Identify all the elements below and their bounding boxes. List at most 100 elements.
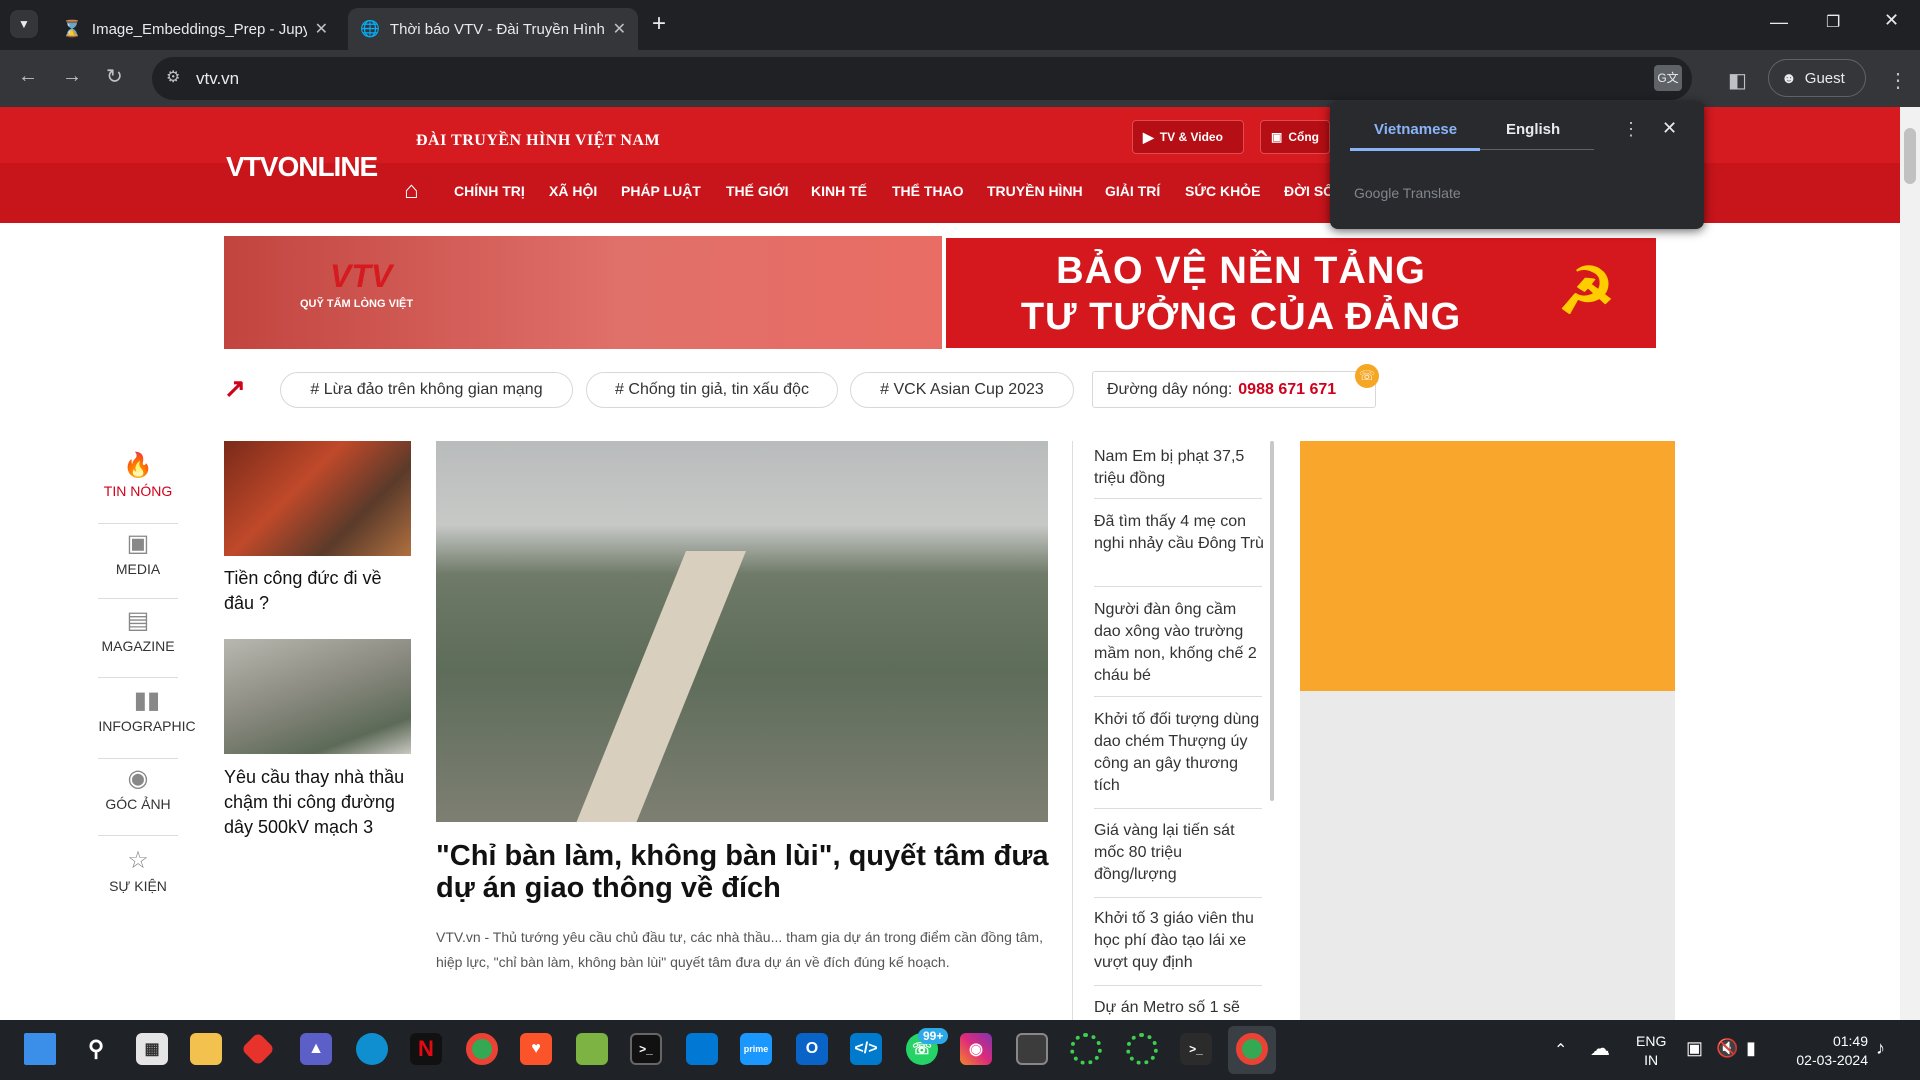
divider [1094, 696, 1262, 697]
nav-the-thao[interactable]: THỂ THAO [892, 183, 964, 199]
new-tab-button[interactable]: + [652, 10, 666, 38]
nav-chinh-tri[interactable]: CHÍNH TRỊ [454, 183, 525, 199]
article-title[interactable]: Yêu cầu thay nhà thầu chậm thi công đườn… [224, 765, 414, 840]
rail-infographic[interactable]: ▮▮ INFOGRAPHIC [98, 684, 196, 734]
rail-su-kien[interactable]: ☆ SỰ KIỆN [98, 844, 178, 894]
menu-kebab-icon[interactable]: ⋮ [1888, 68, 1908, 93]
ad-banner[interactable] [1300, 441, 1675, 691]
search-icon[interactable]: ⚲ [80, 1033, 112, 1065]
translate-icon[interactable]: G文 [1654, 65, 1682, 91]
nav-truyen-hinh[interactable]: TRUYỀN HÌNH [987, 183, 1083, 199]
list-item[interactable]: Người đàn ông cầm dao xông vào trường mầ… [1094, 599, 1264, 687]
home-icon[interactable]: ⌂ [404, 177, 419, 205]
banner-subtitle: QUỸ TẤM LÒNG VIỆT [300, 298, 414, 310]
tab-vtv[interactable]: 🌐 Thời báo VTV - Đài Truyền Hình ✕ [348, 8, 638, 50]
volume-muted-icon[interactable]: 🔇 [1716, 1038, 1738, 1059]
nav-xa-hoi[interactable]: XÃ HỘI [549, 183, 597, 199]
list-item[interactable]: Khởi tố đối tượng dùng dao chém Thượng ú… [1094, 709, 1264, 797]
list-item[interactable]: Khởi tố 3 giáo viên thu học phí đào tạo … [1094, 908, 1264, 974]
edge-icon[interactable] [356, 1033, 388, 1065]
tab-search-button[interactable]: ▼ [10, 10, 38, 38]
page-scrollbar[interactable] [1900, 107, 1920, 1020]
rail-label: INFOGRAPHIC [98, 718, 196, 734]
tv-video-button[interactable]: ▶ TV & Video [1132, 120, 1244, 154]
rail-goc-anh[interactable]: ◉ GÓC ẢNH [98, 762, 178, 812]
ad-placeholder [1300, 691, 1675, 1020]
app-window-icon[interactable] [1016, 1033, 1048, 1065]
hotline-box[interactable]: Đường dây nóng: 0988 671 671 ☏ [1092, 364, 1379, 408]
phone-icon: ☏ [1355, 364, 1379, 388]
side-panel-icon[interactable]: ◧ [1728, 68, 1747, 93]
cong-button[interactable]: ▣ Cổng [1260, 120, 1330, 154]
article-thumbnail[interactable] [224, 441, 411, 556]
tag-chong-tin-gia[interactable]: # Chống tin giả, tin xấu độc [586, 372, 838, 408]
vscode-icon[interactable]: </> [850, 1033, 882, 1065]
clock[interactable]: 01:49 02-03-2024 [1786, 1032, 1868, 1070]
list-item[interactable]: Dự án Metro số 1 sẽ [1094, 997, 1264, 1019]
list-item[interactable]: Giá vàng lại tiến sát mốc 80 triệu đồng/… [1094, 820, 1264, 886]
language-indicator[interactable]: ENG IN [1636, 1032, 1666, 1070]
instagram-icon[interactable]: ◉ [960, 1033, 992, 1065]
nav-giai-tri[interactable]: GIẢI TRÍ [1105, 183, 1160, 199]
site-logo[interactable]: VTVONLINE [226, 151, 378, 183]
rail-media[interactable]: ▣ MEDIA [98, 527, 178, 577]
restore-button[interactable]: ❐ [1826, 12, 1840, 32]
reload-icon[interactable]: ↻ [106, 64, 123, 89]
banner-bao-ve-nen-tang[interactable]: BẢO VỆ NỀN TẢNG TƯ TƯỞNG CỦA ĐẢNG ☭ [946, 238, 1656, 348]
banner-quy-tam-long-viet[interactable]: VTV QUỸ TẤM LÒNG VIỆT [224, 236, 942, 349]
minimize-button[interactable]: — [1770, 12, 1788, 33]
close-icon[interactable]: ✕ [613, 19, 626, 39]
nav-phap-luat[interactable]: PHÁP LUẬT [621, 183, 701, 199]
notification-bell-icon[interactable]: ♪ [1876, 1038, 1885, 1059]
tag-lua-dao[interactable]: # Lừa đảo trên không gian mạng [280, 372, 573, 408]
chrome-icon[interactable] [466, 1033, 498, 1065]
nav-the-gioi[interactable]: THẾ GIỚI [726, 183, 789, 199]
windows-start-icon[interactable] [24, 1033, 56, 1065]
address-bar[interactable]: ⚙ vtv.vn G文 [152, 57, 1692, 100]
netflix-icon[interactable]: N [410, 1033, 442, 1065]
site-info-icon[interactable]: ⚙ [166, 67, 180, 87]
close-window-button[interactable]: ✕ [1884, 10, 1899, 31]
nav-kinh-te[interactable]: KINH TẾ [811, 183, 867, 199]
main-article-title[interactable]: "Chỉ bàn làm, không bàn lùi", quyết tâm … [436, 840, 1056, 904]
battery-icon[interactable]: ▮ [1746, 1038, 1756, 1059]
close-icon[interactable]: ✕ [315, 19, 328, 39]
store-icon[interactable] [686, 1033, 718, 1065]
rail-label: SỰ KIỆN [109, 878, 167, 894]
forward-icon[interactable]: → [62, 65, 82, 88]
rail-magazine[interactable]: ▤ MAGAZINE [98, 604, 178, 654]
list-scrollbar[interactable] [1270, 441, 1274, 801]
nav-doi-song[interactable]: ĐỜI SỐ [1284, 183, 1334, 199]
spinner-app-icon[interactable] [1070, 1033, 1102, 1065]
chrome-active-icon[interactable] [1236, 1033, 1268, 1065]
tab-english[interactable]: English [1506, 121, 1560, 138]
back-icon[interactable]: ← [18, 65, 38, 88]
brave-icon[interactable]: ♥ [520, 1033, 552, 1065]
scrollbar-thumb[interactable] [1904, 128, 1916, 184]
nav-suc-khoe[interactable]: SỨC KHỎE [1185, 183, 1260, 199]
profile-button[interactable]: ☻ Guest [1768, 59, 1866, 97]
widgets-icon[interactable]: ▦ [136, 1033, 168, 1065]
image-app-icon[interactable] [576, 1033, 608, 1065]
terminal-icon[interactable]: >_ [630, 1033, 662, 1065]
tab-jupyter[interactable]: ⌛ Image_Embeddings_Prep - Jupy ✕ [50, 8, 340, 50]
cloud-icon[interactable]: ☁ [1590, 1036, 1610, 1061]
tab-vietnamese[interactable]: Vietnamese [1374, 121, 1457, 138]
article-thumbnail[interactable] [224, 639, 411, 754]
terminal-app-icon[interactable]: >_ [1180, 1033, 1212, 1065]
article-title[interactable]: Tiền công đức đi về đâu ? [224, 566, 414, 616]
close-icon[interactable]: ✕ [1662, 118, 1677, 139]
prime-video-icon[interactable]: prime [740, 1033, 772, 1065]
list-item[interactable]: Nam Em bị phạt 37,5 triệu đồng [1094, 446, 1264, 490]
copilot-icon[interactable]: ▲ [300, 1033, 332, 1065]
tag-asian-cup[interactable]: # VCK Asian Cup 2023 [850, 372, 1074, 408]
file-explorer-icon[interactable] [190, 1033, 222, 1065]
more-options-icon[interactable]: ⋮ [1622, 119, 1640, 140]
network-icon[interactable]: ▣ [1686, 1038, 1703, 1059]
rail-tin-nong[interactable]: 🔥 TIN NÓNG [98, 449, 178, 499]
main-article-image[interactable] [436, 441, 1048, 822]
list-item[interactable]: Đã tìm thấy 4 mẹ con nghi nhảy cầu Đông … [1094, 511, 1264, 555]
outlook-icon[interactable]: O [796, 1033, 828, 1065]
chevron-up-icon[interactable]: ⌃ [1554, 1040, 1567, 1060]
spinner-app-icon-2[interactable] [1126, 1033, 1158, 1065]
